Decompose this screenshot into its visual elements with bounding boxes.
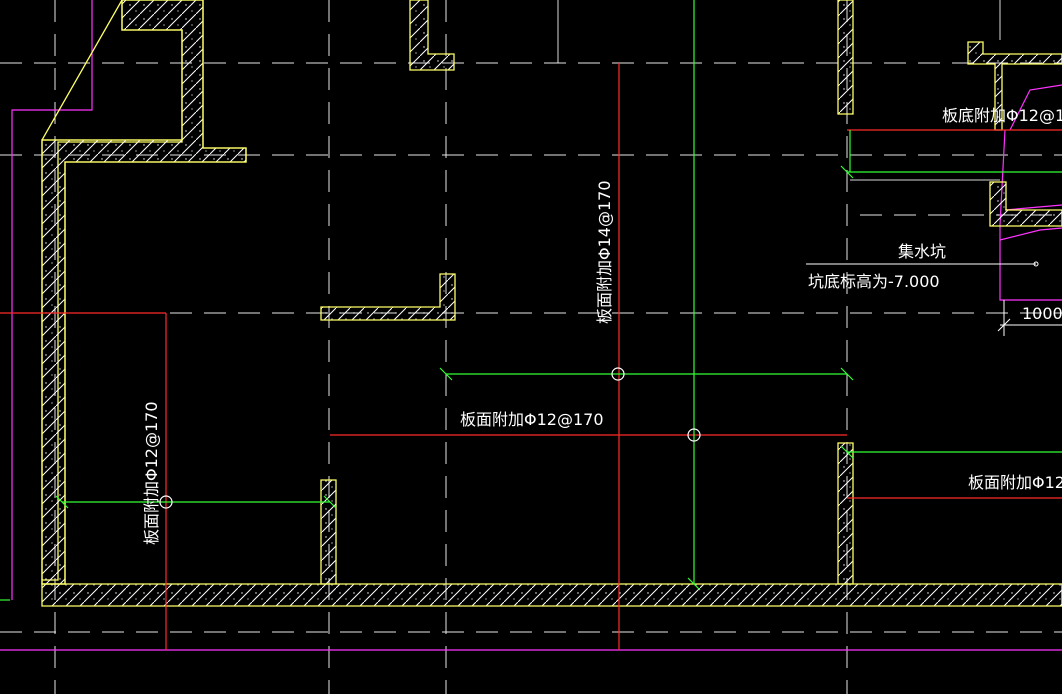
helper-lines bbox=[557, 0, 1001, 181]
sump-leader bbox=[806, 261, 1039, 267]
magenta-outline bbox=[0, 0, 1062, 651]
wall-top-right bbox=[837, 0, 854, 115]
label-top-rebar-horizontal-center[interactable]: 板面附加Φ12@170 bbox=[460, 410, 604, 429]
label-top-rebar-vertical-center[interactable]: 板面附加Φ14@170 bbox=[595, 181, 614, 325]
wall-top-stub bbox=[409, 0, 455, 71]
wall-interior-l bbox=[320, 273, 456, 321]
wall-interior-stub bbox=[320, 479, 337, 585]
wall-right-stub bbox=[837, 442, 854, 585]
concrete-walls bbox=[41, 0, 1062, 607]
cad-drawing-canvas[interactable]: 板底附加Φ12@170 板面附加Φ14@170 集水坑 坑底标高为-7.000 … bbox=[0, 0, 1062, 694]
wall-pit-lower bbox=[989, 181, 1062, 227]
label-bottom-rebar-top-right[interactable]: 板底附加Φ12@170 bbox=[942, 106, 1062, 125]
label-dimension-1000[interactable]: 1000 bbox=[1022, 304, 1062, 323]
wall-bottom bbox=[41, 583, 1062, 607]
label-top-rebar-right[interactable]: 板面附加Φ12@ bbox=[968, 473, 1062, 492]
label-sump-pit[interactable]: 集水坑 bbox=[898, 242, 946, 261]
label-pit-bottom-elevation[interactable]: 坑底标高为-7.000 bbox=[808, 272, 940, 291]
label-top-rebar-vertical-left[interactable]: 板面附加Φ12@170 bbox=[142, 402, 161, 546]
